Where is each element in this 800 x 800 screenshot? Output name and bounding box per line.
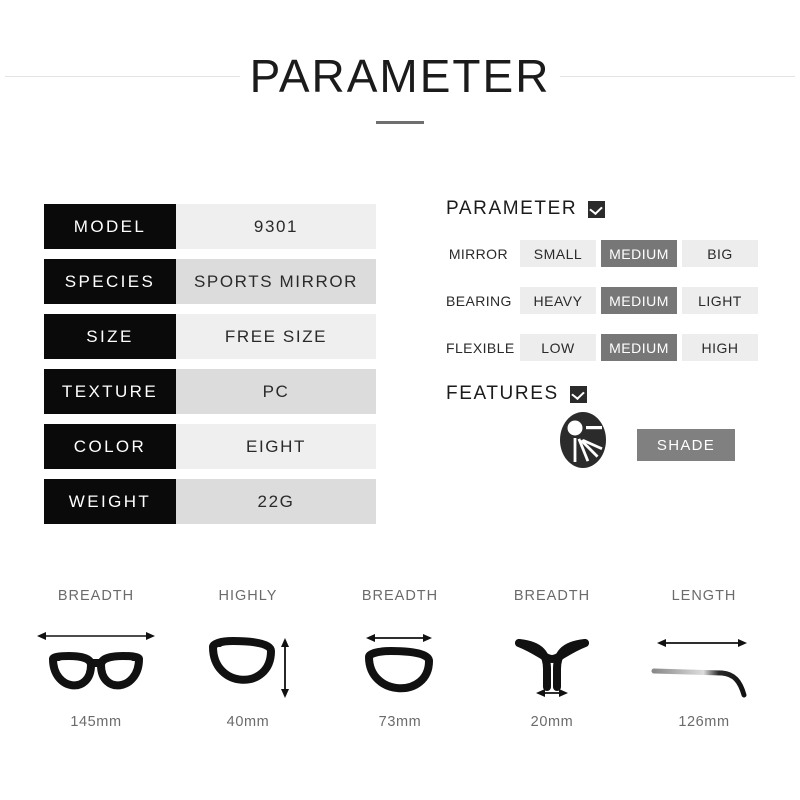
parameter-panel: PARAMETER MIRROR SMALL MEDIUM BIG BEARIN… bbox=[446, 196, 766, 473]
parameter-heading-label: PARAMETER bbox=[446, 198, 578, 219]
measure-cell-bridge-breadth: BREADTH 20mm bbox=[476, 588, 628, 730]
specification-table: MODEL 9301 SPECIES SPORTS MIRROR SIZE FR… bbox=[44, 204, 376, 534]
option-chip-medium[interactable]: MEDIUM bbox=[601, 287, 677, 314]
sun-shade-icon bbox=[560, 412, 606, 468]
option-chip-big[interactable]: BIG bbox=[682, 240, 758, 267]
measure-title: BREADTH bbox=[57, 588, 135, 604]
measure-value: 40mm bbox=[226, 714, 270, 730]
option-chip-medium[interactable]: MEDIUM bbox=[601, 334, 677, 361]
spec-value: 9301 bbox=[176, 204, 376, 249]
option-chip-medium[interactable]: MEDIUM bbox=[601, 240, 677, 267]
measure-title: BREADTH bbox=[361, 588, 439, 604]
parameter-panel-heading: PARAMETER bbox=[446, 196, 766, 222]
measure-value: 73mm bbox=[378, 714, 422, 730]
measure-art bbox=[20, 620, 172, 710]
measure-title: LENGTH bbox=[671, 588, 737, 604]
measure-cell-lens-breadth: BREADTH 73mm bbox=[324, 588, 476, 730]
measure-cell-lens-height: HIGHLY 40mm bbox=[172, 588, 324, 730]
option-row-bearing: BEARING HEAVY MEDIUM LIGHT bbox=[446, 287, 766, 314]
table-row: MODEL 9301 bbox=[44, 204, 376, 249]
option-chip-small[interactable]: SMALL bbox=[520, 240, 596, 267]
features-body: SHADE bbox=[446, 411, 766, 473]
table-row: SIZE FREE SIZE bbox=[44, 314, 376, 359]
measure-cell-frame-breadth: BREADTH 145mm bbox=[20, 588, 172, 730]
option-row-label: FLEXIBLE bbox=[446, 339, 515, 356]
page-title: PARAMETER bbox=[249, 50, 551, 102]
spec-value: 22G bbox=[176, 479, 376, 524]
table-row: COLOR EIGHT bbox=[44, 424, 376, 469]
lens-width-icon bbox=[364, 634, 434, 693]
spec-label: SIZE bbox=[44, 314, 176, 359]
option-chip-high[interactable]: HIGH bbox=[682, 334, 758, 361]
measure-value: 145mm bbox=[70, 714, 122, 730]
checkmark-icon bbox=[569, 385, 587, 403]
measure-value: 126mm bbox=[678, 714, 730, 730]
measure-art bbox=[628, 620, 780, 710]
measure-title: HIGHLY bbox=[218, 588, 278, 604]
spec-label: TEXTURE bbox=[44, 369, 176, 414]
features-panel-heading: FEATURES bbox=[446, 381, 766, 407]
option-chip-light[interactable]: LIGHT bbox=[682, 287, 758, 314]
page-header: PARAMETER bbox=[0, 0, 800, 150]
option-row-mirror: MIRROR SMALL MEDIUM BIG bbox=[446, 240, 766, 267]
spec-label: SPECIES bbox=[44, 259, 176, 304]
spec-label: MODEL bbox=[44, 204, 176, 249]
measure-title: BREADTH bbox=[513, 588, 591, 604]
temple-length-icon bbox=[651, 639, 747, 698]
measure-cell-temple-length: LENGTH 126mm bbox=[628, 588, 780, 730]
spec-value: SPORTS MIRROR bbox=[176, 259, 376, 304]
checkmark-icon bbox=[588, 200, 606, 218]
option-row-flexible: FLEXIBLE LOW MEDIUM HIGH bbox=[446, 334, 766, 361]
lens-height-icon bbox=[208, 636, 289, 698]
spec-value: EIGHT bbox=[176, 424, 376, 469]
spec-label: WEIGHT bbox=[44, 479, 176, 524]
option-rows: MIRROR SMALL MEDIUM BIG BEARING HEAVY ME… bbox=[446, 240, 766, 361]
measure-art bbox=[324, 620, 476, 710]
option-chip-low[interactable]: LOW bbox=[520, 334, 596, 361]
measure-art bbox=[172, 620, 324, 710]
option-row-label: BEARING bbox=[446, 292, 512, 309]
shade-button[interactable]: SHADE bbox=[637, 429, 735, 461]
spec-value: FREE SIZE bbox=[176, 314, 376, 359]
full-frame-width-icon bbox=[37, 632, 155, 690]
option-chip-heavy[interactable]: HEAVY bbox=[520, 287, 596, 314]
spec-label: COLOR bbox=[44, 424, 176, 469]
spec-value: PC bbox=[176, 369, 376, 414]
measure-value: 20mm bbox=[530, 714, 574, 730]
features-heading-label: FEATURES bbox=[446, 383, 559, 404]
table-row: TEXTURE PC bbox=[44, 369, 376, 414]
measurements-row: BREADTH 145mm HIGHLY 40mm BREADTH 73mm B… bbox=[20, 588, 780, 730]
title-underline-dash bbox=[376, 121, 424, 124]
table-row: SPECIES SPORTS MIRROR bbox=[44, 259, 376, 304]
measure-art bbox=[476, 620, 628, 710]
table-row: WEIGHT 22G bbox=[44, 479, 376, 524]
bridge-width-icon bbox=[515, 639, 589, 697]
option-row-label: MIRROR bbox=[448, 245, 508, 262]
